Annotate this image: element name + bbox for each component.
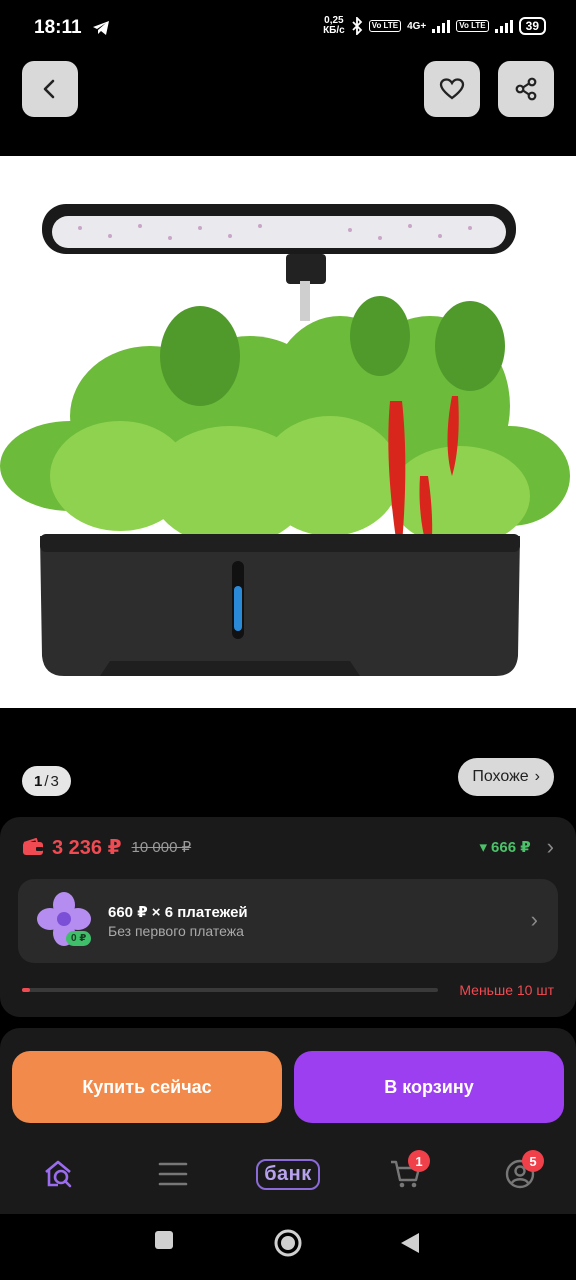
battery-indicator: 39 — [518, 17, 546, 35]
volte-icon-2: Vo LTE — [456, 20, 489, 32]
status-time: 18:11 — [34, 17, 82, 38]
network-speed-unit: КБ/с — [323, 25, 345, 36]
price-current: 3 236 ₽ — [52, 836, 122, 859]
chevron-left-icon — [43, 79, 55, 99]
signal-icon — [432, 19, 451, 33]
price-old: 10 000 ₽ — [131, 839, 192, 856]
network-type: 4G+ — [407, 20, 427, 32]
stock-label: Меньше 10 шт — [459, 982, 554, 998]
similar-button[interactable]: Похоже › — [458, 758, 554, 796]
profile-badge: 5 — [522, 1150, 544, 1172]
circle-icon — [274, 1229, 302, 1257]
wallet-icon — [23, 838, 43, 855]
nav-item-home[interactable] — [34, 1152, 82, 1196]
volte-icon: Vo LTE — [368, 20, 402, 32]
gallery-current: 1 — [34, 772, 43, 790]
product-photo — [0, 204, 570, 676]
back-button[interactable] — [22, 61, 78, 117]
installment-badge: 0 ₽ — [66, 931, 92, 946]
chevron-right-icon: › — [546, 834, 554, 859]
system-navigation-bar — [0, 1214, 576, 1280]
heart-icon — [439, 78, 465, 100]
cart-badge: 1 — [408, 1150, 430, 1172]
gallery-counter: 1 / 3 — [22, 766, 71, 796]
nav-item-cart[interactable]: 1 — [382, 1150, 430, 1196]
action-bar: Купить сейчас В корзину — [0, 1028, 576, 1138]
installment-subtitle: Без первого платежа — [108, 923, 244, 939]
gallery-controls: 1 / 3 Похоже › — [0, 708, 576, 818]
chevron-right-icon: › — [534, 768, 540, 785]
back-system-button[interactable] — [400, 1232, 420, 1259]
favorite-button[interactable] — [424, 61, 480, 117]
discount-arrow-icon: ▾ — [479, 839, 488, 856]
similar-label: Похоже — [472, 768, 529, 785]
stock-indicator: Меньше 10 шт — [22, 982, 554, 1002]
share-icon — [515, 77, 537, 101]
top-header — [0, 56, 576, 156]
price-row[interactable]: 3 236 ₽ 10 000 ₽ ▾ 666 ₽ › — [22, 833, 554, 861]
bluetooth-icon — [352, 17, 362, 35]
nav-item-profile[interactable]: 5 — [496, 1150, 544, 1196]
gallery-total: 3 — [50, 772, 59, 790]
home-button[interactable] — [273, 1228, 303, 1263]
installment-card[interactable]: 0 ₽ 660 ₽ × 6 платежей Без первого плате… — [18, 879, 558, 963]
telegram-icon — [93, 21, 109, 35]
gallery-separator: / — [44, 772, 49, 790]
buy-now-button[interactable]: Купить сейчас — [12, 1051, 282, 1123]
bank-icon: банк — [256, 1158, 320, 1190]
signal-icon-2 — [494, 19, 513, 33]
status-indicators: 0,25 КБ/с Vo LTE 4G+ Vo LTE 39 — [323, 16, 546, 36]
recents-button[interactable] — [154, 1230, 174, 1255]
catalog-menu-icon — [158, 1162, 188, 1186]
status-bar: 18:11 0,25 КБ/с Vo LTE 4G+ Vo LTE 39 — [0, 0, 576, 56]
price-panel: 3 236 ₽ 10 000 ₽ ▾ 666 ₽ › 0 ₽ 660 ₽ × 6… — [0, 817, 576, 1017]
home-search-icon — [45, 1160, 72, 1188]
price-discount: ▾ 666 ₽ — [480, 838, 531, 856]
bottom-nav: банк 1 5 — [0, 1138, 576, 1214]
nav-item-bank[interactable]: банк — [252, 1152, 324, 1196]
discount-value: 666 ₽ — [491, 839, 531, 856]
installment-title: 660 ₽ × 6 платежей — [108, 904, 248, 921]
add-to-cart-button[interactable]: В корзину — [294, 1051, 564, 1123]
chevron-right-icon: › — [530, 907, 538, 932]
stock-fill — [22, 988, 31, 992]
triangle-back-icon — [401, 1233, 419, 1253]
product-image[interactable] — [0, 156, 576, 708]
network-speed: 0,25 КБ/с — [323, 16, 345, 36]
stock-track — [22, 988, 438, 992]
share-button[interactable] — [498, 61, 554, 117]
square-icon — [155, 1231, 173, 1249]
nav-item-catalog[interactable] — [149, 1152, 197, 1196]
